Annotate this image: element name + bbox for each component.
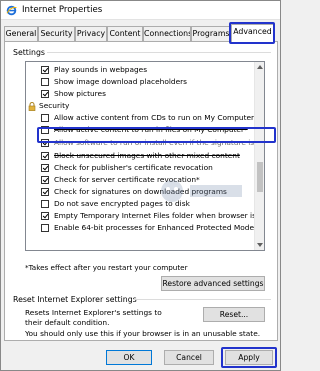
invalid-signature-highlight (37, 127, 276, 143)
setting-checkbox[interactable] (41, 66, 49, 74)
scroll-thumb[interactable] (257, 162, 263, 192)
advanced-tab-highlight (229, 22, 275, 44)
setting-checkbox[interactable] (41, 200, 49, 208)
tab-programs[interactable]: Programs (191, 26, 231, 42)
setting-row[interactable]: Allow active content from CDs to run on … (26, 113, 254, 123)
setting-label: Show pictures (54, 89, 106, 98)
restore-advanced-settings-button[interactable]: Restore advanced settings (161, 276, 265, 291)
setting-checkbox[interactable] (41, 114, 49, 122)
setting-checkbox[interactable] (41, 212, 49, 220)
setting-row[interactable]: Play sounds in webpages (26, 65, 254, 75)
reset-group-label: Reset Internet Explorer settings (13, 295, 137, 304)
reset-description: Resets Internet Explorer's settings to t… (25, 308, 162, 327)
advanced-panel: Settings Play sounds in webpages Show im… (4, 41, 278, 341)
internet-explorer-icon (6, 5, 17, 16)
setting-label: Enable 64-bit processes for Enhanced Pro… (54, 223, 254, 232)
setting-checkbox[interactable] (41, 78, 49, 86)
settings-group-label: Settings (13, 48, 45, 57)
settings-list[interactable]: Play sounds in webpages Show image downl… (25, 61, 265, 251)
setting-label: Check for publisher's certificate revoca… (54, 163, 213, 172)
setting-row[interactable]: Block unsecured images with other mixed … (26, 151, 254, 161)
apply-button-highlight (221, 347, 277, 368)
setting-label: Show image download placeholders (54, 77, 188, 86)
setting-row[interactable]: Show image download placeholders (26, 77, 254, 87)
tab-connections[interactable]: Connections (143, 26, 191, 42)
setting-label: Allow active content from CDs to run on … (54, 113, 254, 122)
setting-checkbox[interactable] (41, 188, 49, 196)
setting-row[interactable]: Show pictures (26, 89, 254, 99)
setting-checkbox[interactable] (41, 152, 49, 160)
category-label: Security (39, 101, 70, 110)
window-title: Internet Properties (22, 5, 103, 15)
reset-warning: You should only use this if your browser… (25, 329, 261, 338)
tab-content[interactable]: Content (107, 26, 143, 42)
setting-checkbox[interactable] (41, 176, 49, 184)
setting-checkbox[interactable] (41, 164, 49, 172)
setting-label: Play sounds in webpages (54, 65, 148, 74)
setting-row[interactable]: Check for publisher's certificate revoca… (26, 163, 254, 173)
internet-properties-window: Internet Properties General Security Pri… (0, 0, 281, 371)
title-bar: Internet Properties (1, 1, 280, 20)
reset-group-divider (133, 299, 271, 300)
reset-button[interactable]: Reset... (203, 307, 265, 322)
lock-icon (28, 102, 36, 111)
tab-general[interactable]: General (4, 26, 38, 42)
setting-checkbox[interactable] (41, 90, 49, 98)
settings-category-security: Security (26, 101, 254, 111)
settings-group-divider (47, 52, 271, 53)
scroll-down-icon[interactable] (257, 243, 263, 247)
restart-note: *Takes effect after you restart your com… (25, 263, 188, 272)
setting-checkbox[interactable] (41, 224, 49, 232)
tab-privacy[interactable]: Privacy (75, 26, 107, 42)
cancel-button[interactable]: Cancel (164, 350, 214, 365)
setting-label: Block unsecured images with other mixed … (54, 151, 240, 160)
ok-button[interactable]: OK (106, 350, 152, 365)
setting-row[interactable]: Enable 64-bit processes for Enhanced Pro… (26, 223, 254, 233)
watermark-logo (161, 180, 242, 202)
tab-security[interactable]: Security (38, 26, 75, 42)
scroll-up-icon[interactable] (257, 65, 263, 69)
dialog-footer: OK Cancel Apply (1, 343, 280, 370)
settings-list-scrollbar[interactable] (254, 62, 264, 250)
